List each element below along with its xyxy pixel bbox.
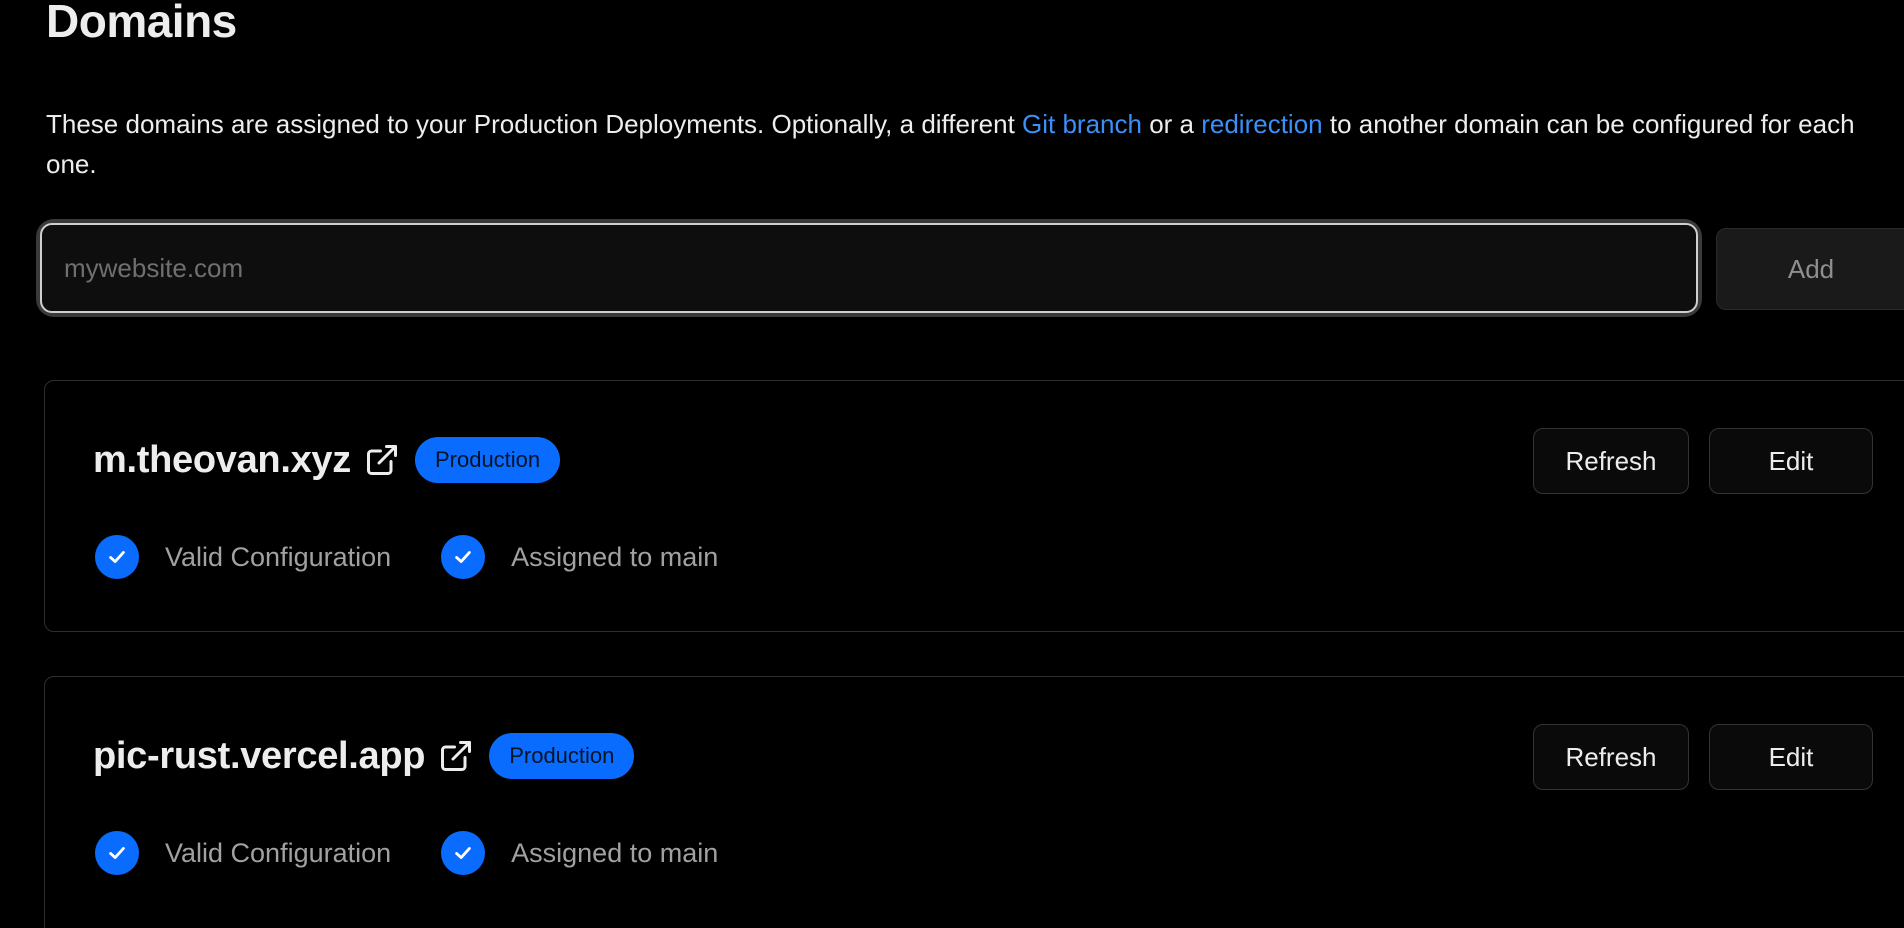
refresh-button[interactable]: Refresh xyxy=(1533,428,1689,494)
status-label: Assigned to main xyxy=(511,541,719,572)
domain-name-link[interactable]: m.theovan.xyz xyxy=(93,439,351,482)
status-label: Valid Configuration xyxy=(165,837,392,868)
status-assigned-branch: Assigned to main xyxy=(441,831,718,875)
domains-page: Domains These domains are assigned to yo… xyxy=(0,0,1904,928)
add-domain-button[interactable]: Add xyxy=(1716,228,1904,310)
domain-card: pic-rust.vercel.app Production Refresh E… xyxy=(44,676,1904,928)
page-description: These domains are assigned to your Produ… xyxy=(46,104,1876,184)
page-title: Domains xyxy=(46,0,237,47)
redirection-link[interactable]: redirection xyxy=(1201,109,1322,139)
status-valid-configuration: Valid Configuration xyxy=(95,831,391,875)
status-assigned-branch: Assigned to main xyxy=(441,535,718,579)
domain-card-header: pic-rust.vercel.app Production xyxy=(93,733,635,779)
edit-button[interactable]: Edit xyxy=(1709,724,1873,790)
status-label: Valid Configuration xyxy=(165,541,392,572)
edit-button[interactable]: Edit xyxy=(1709,428,1873,494)
domain-card: m.theovan.xyz Production Refresh Edit Va… xyxy=(44,380,1904,632)
domain-input-container xyxy=(40,223,1698,313)
check-circle-icon xyxy=(95,535,139,579)
domain-card-header: m.theovan.xyz Production xyxy=(93,437,561,483)
domain-status-row: Valid Configuration Assigned to main xyxy=(95,535,768,579)
status-label: Assigned to main xyxy=(511,837,719,868)
external-link-icon[interactable] xyxy=(363,441,401,479)
production-badge: Production xyxy=(414,437,561,483)
description-text-1: These domains are assigned to your Produ… xyxy=(46,109,1023,139)
check-circle-icon xyxy=(441,831,486,875)
check-circle-icon xyxy=(441,535,486,579)
domain-name-link[interactable]: pic-rust.vercel.app xyxy=(93,735,426,778)
git-branch-link[interactable]: Git branch xyxy=(1022,109,1142,139)
status-valid-configuration: Valid Configuration xyxy=(95,535,391,579)
check-circle-icon xyxy=(95,831,139,875)
domain-input[interactable] xyxy=(40,223,1698,313)
refresh-button[interactable]: Refresh xyxy=(1533,724,1689,790)
production-badge: Production xyxy=(489,733,635,779)
external-link-icon[interactable] xyxy=(437,737,475,775)
description-text-2: or a xyxy=(1141,109,1202,139)
domain-status-row: Valid Configuration Assigned to main xyxy=(95,831,768,875)
